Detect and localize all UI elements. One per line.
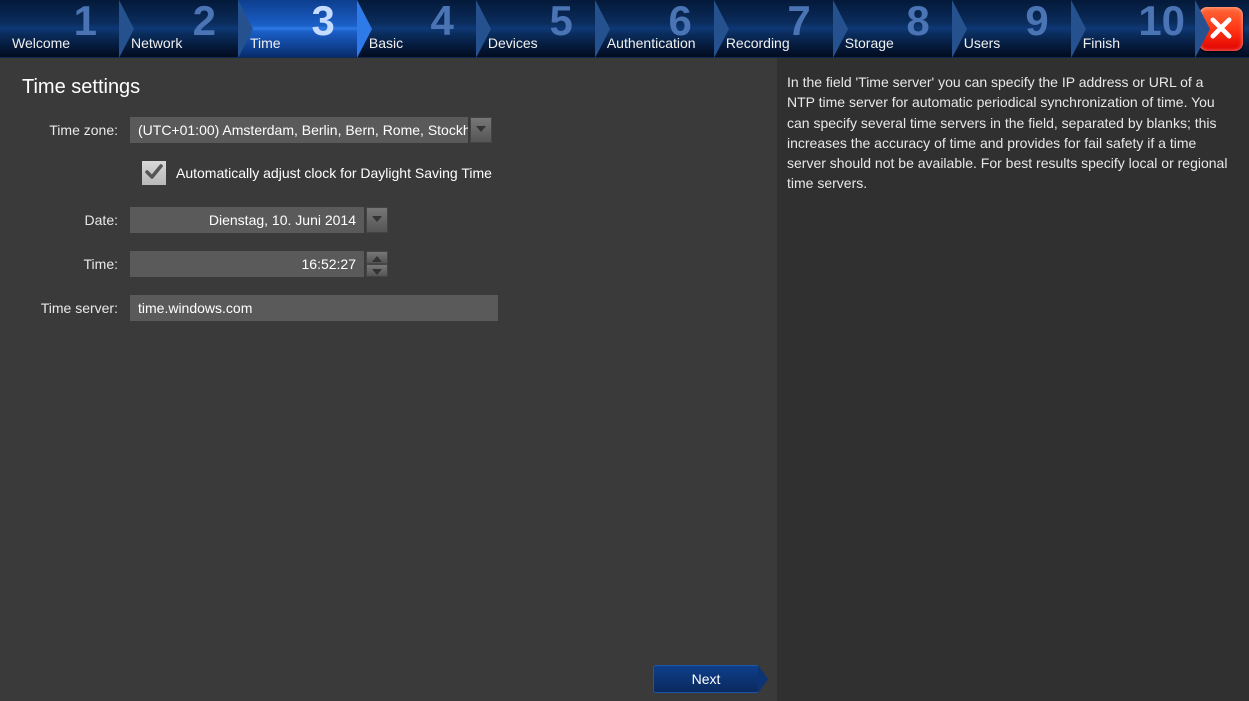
next-button-label: Next xyxy=(692,671,721,687)
dst-checkbox-label: Automatically adjust clock for Daylight … xyxy=(176,165,492,181)
help-pane: In the field 'Time server' you can speci… xyxy=(777,58,1249,701)
row-time: Time: 16:52:27 xyxy=(22,251,755,277)
label-time: Time: xyxy=(22,256,130,272)
label-time-server: Time server: xyxy=(22,300,130,316)
wizard-step-bar: 1 Welcome 2 Network 3 Time 4 Basic 5 Dev… xyxy=(0,0,1249,58)
time-server-input[interactable]: time.windows.com xyxy=(130,295,498,321)
wizard-step-finish[interactable]: 10 Finish xyxy=(1071,0,1195,57)
time-spinner-down[interactable] xyxy=(366,264,388,277)
wizard-step-basic[interactable]: 4 Basic xyxy=(357,0,476,57)
next-button[interactable]: Next xyxy=(653,665,759,693)
close-icon xyxy=(1207,14,1235,45)
dst-checkbox[interactable] xyxy=(142,161,166,185)
row-time-server: Time server: time.windows.com xyxy=(22,295,755,321)
label-time-zone: Time zone: xyxy=(22,122,130,138)
wizard-step-users[interactable]: 9 Users xyxy=(952,0,1071,57)
wizard-step-devices[interactable]: 5 Devices xyxy=(476,0,595,57)
settings-pane: Time settings Time zone: (UTC+01:00) Ams… xyxy=(0,58,777,701)
date-dropdown-button[interactable] xyxy=(366,207,388,233)
check-icon xyxy=(145,163,163,184)
label-date: Date: xyxy=(22,212,130,228)
page-title: Time settings xyxy=(22,76,755,99)
wizard-step-storage[interactable]: 8 Storage xyxy=(833,0,952,57)
wizard-step-time[interactable]: 3 Time xyxy=(238,0,357,57)
time-zone-select[interactable]: (UTC+01:00) Amsterdam, Berlin, Bern, Rom… xyxy=(130,117,468,143)
wizard-step-welcome[interactable]: 1 Welcome xyxy=(0,0,119,57)
content-area: Time settings Time zone: (UTC+01:00) Ams… xyxy=(0,58,1249,701)
chevron-down-icon xyxy=(372,263,382,279)
time-field[interactable]: 16:52:27 xyxy=(130,251,364,277)
wizard-step-authentication[interactable]: 6 Authentication xyxy=(595,0,714,57)
row-date: Date: Dienstag, 10. Juni 2014 xyxy=(22,207,755,233)
row-dst: Automatically adjust clock for Daylight … xyxy=(142,161,755,185)
chevron-down-icon xyxy=(371,212,383,228)
time-zone-dropdown-button[interactable] xyxy=(470,117,492,143)
wizard-step-network[interactable]: 2 Network xyxy=(119,0,238,57)
row-time-zone: Time zone: (UTC+01:00) Amsterdam, Berlin… xyxy=(22,117,755,143)
close-button[interactable] xyxy=(1199,7,1243,51)
chevron-down-icon xyxy=(475,122,487,138)
wizard-step-recording[interactable]: 7 Recording xyxy=(714,0,833,57)
time-spinner xyxy=(366,251,388,277)
date-field[interactable]: Dienstag, 10. Juni 2014 xyxy=(130,207,364,233)
help-text: In the field 'Time server' you can speci… xyxy=(787,72,1233,194)
